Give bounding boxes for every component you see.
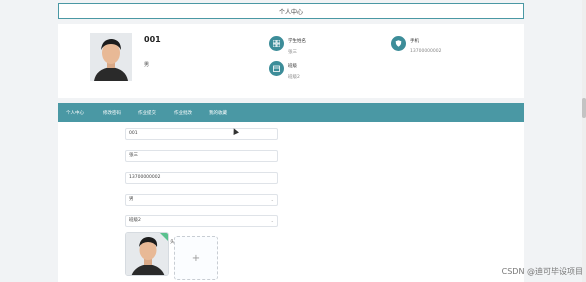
watermark: CSDN @迪可毕设项目: [501, 267, 583, 276]
tab-personal-center[interactable]: 个人中心: [66, 103, 84, 122]
student-no-input[interactable]: 001: [125, 128, 278, 140]
info-value: 13700000002: [410, 49, 442, 54]
chevron-down-icon: ⌄: [270, 218, 274, 223]
grid-icon: [269, 36, 284, 51]
page-title: 个人中心: [278, 8, 303, 16]
upload-success-badge: [160, 233, 168, 241]
avatar-upload-add-button[interactable]: +: [174, 236, 218, 280]
chevron-down-icon: ⌄: [270, 197, 274, 202]
shield-icon: [391, 36, 406, 51]
info-label: 学生姓名: [288, 39, 306, 44]
tab-bar: 个人中心 修改密码 作业提交 作业批改 我的收藏: [58, 103, 524, 122]
avatar: [90, 33, 132, 81]
info-class: 班级 班级2: [269, 61, 300, 80]
info-label: 班级: [288, 64, 297, 69]
calendar-icon: [269, 61, 284, 76]
form-row-class: 班级 班级2⌄: [58, 215, 524, 227]
form-row-gender: 性别 男⌄: [58, 194, 524, 206]
tab-change-password[interactable]: 修改密码: [103, 103, 121, 122]
info-value: 班级2: [288, 75, 300, 80]
info-student-name: 学生姓名 张三: [269, 36, 306, 55]
page-title-bar: 个人中心: [58, 3, 524, 19]
scrollbar-thumb[interactable]: [582, 98, 586, 118]
plus-icon: +: [191, 252, 201, 264]
form-row-phone: 手机 13700000002: [58, 172, 524, 184]
tab-my-favorites[interactable]: 我的收藏: [209, 103, 227, 122]
form-row-student-no: * 学生学号 001: [58, 128, 524, 140]
profile-gender: 男: [144, 62, 150, 68]
phone-input[interactable]: 13700000002: [125, 172, 278, 184]
class-select[interactable]: 班级2 ⌄: [125, 215, 278, 227]
info-label: 手机: [410, 39, 419, 44]
student-name-input[interactable]: 张三: [125, 150, 278, 162]
profile-card: 001 男 学生姓名 张三 班级 班级2 手机 13700000002: [58, 24, 524, 98]
avatar-upload-preview[interactable]: [125, 232, 169, 276]
scrollbar[interactable]: [582, 0, 586, 282]
info-value: 张三: [288, 50, 297, 55]
form-row-student-name: * 学生姓名 张三: [58, 150, 524, 162]
tab-homework-submit[interactable]: 作业提交: [138, 103, 156, 122]
profile-id: 001: [144, 35, 161, 44]
info-phone: 手机 13700000002: [391, 36, 442, 54]
gender-select[interactable]: 男 ⌄: [125, 194, 278, 206]
tab-homework-grading[interactable]: 作业批改: [174, 103, 192, 122]
